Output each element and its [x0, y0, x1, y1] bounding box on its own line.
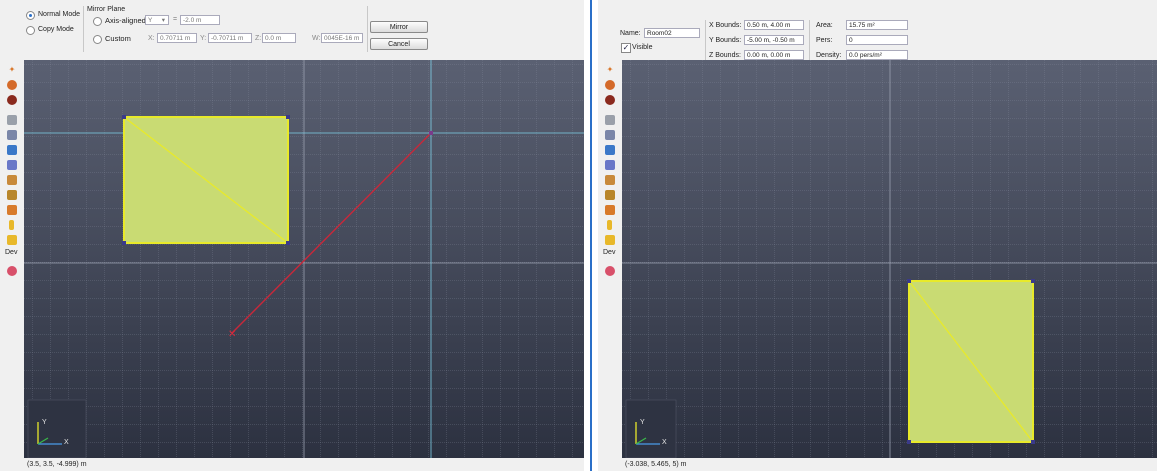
axis-gizmo: Y X [27, 399, 87, 458]
equals-sign: = [173, 16, 178, 23]
area-label: Area: [816, 22, 833, 29]
rotate-tool-icon[interactable] [7, 80, 17, 90]
status-bar: (3.5, 3.5, -4.999) m [0, 458, 584, 471]
x-component-input[interactable]: 0.70711 m [157, 33, 197, 43]
room-shape[interactable] [122, 115, 290, 245]
tool-sidebar: ✦ Dev [0, 60, 24, 458]
light-tool-icon[interactable] [7, 205, 17, 215]
axis-select-value: Y [148, 17, 153, 24]
y-bounds-value: -5.00 m, -0.50 m [744, 35, 804, 45]
scale-tool-icon[interactable] [605, 95, 615, 105]
room-name-input[interactable]: Room02 [644, 28, 700, 38]
copy-mode-radio[interactable] [26, 26, 35, 35]
axis-aligned-label: Axis-aligned [105, 16, 146, 25]
door-tool-icon[interactable] [7, 130, 17, 140]
custom-label: Custom [105, 34, 131, 43]
visible-label: Visible [632, 44, 653, 51]
floor-tool-icon[interactable] [605, 145, 615, 155]
mirror-plane-title: Mirror Plane [87, 6, 126, 13]
z-bounds-label: Z Bounds: [709, 52, 741, 59]
move-tool-icon[interactable]: ✦ [605, 65, 615, 75]
door-tool-icon[interactable] [605, 130, 615, 140]
room-properties-panel: Name: Room02 ✓ Visible X Bounds: 0.50 m,… [598, 0, 1157, 471]
person-tool-icon[interactable] [607, 220, 612, 230]
pers-value: 0 [846, 35, 908, 45]
divider [367, 6, 368, 52]
room-shape[interactable] [907, 279, 1035, 444]
z-bounds-value: 0.00 m, 0.00 m [744, 50, 804, 60]
camera-tool-icon[interactable] [7, 235, 17, 245]
x-bounds-label: X Bounds: [709, 22, 742, 29]
z-component-label: Z: [255, 35, 262, 42]
viewport-canvas[interactable]: ✕ Y X [24, 60, 584, 458]
scale-tool-icon[interactable] [7, 95, 17, 105]
density-label: Density: [816, 52, 842, 59]
tool-sidebar: ✦ Dev [598, 60, 622, 458]
cancel-button[interactable]: Cancel [370, 38, 428, 50]
grid [622, 60, 1157, 458]
dev-label[interactable]: Dev [603, 249, 615, 256]
x-component-label: X: [148, 35, 155, 42]
wall-tool-icon[interactable] [605, 115, 615, 125]
axis-offset-input[interactable]: -2.0 m [180, 15, 220, 25]
move-tool-icon[interactable]: ✦ [7, 65, 17, 75]
gizmo-x-label: X [662, 439, 667, 446]
object-tool-icon[interactable] [7, 190, 17, 200]
copy-mode-label: Copy Mode [38, 26, 74, 33]
furniture-tool-icon[interactable] [7, 175, 17, 185]
chevron-down-icon: ▾ [161, 17, 165, 24]
camera-tool-icon[interactable] [605, 235, 615, 245]
name-label: Name: [620, 30, 641, 37]
furniture-tool-icon[interactable] [605, 175, 615, 185]
y-component-label: Y: [200, 35, 207, 42]
w-component-label: W: [312, 35, 321, 42]
gizmo-y-label: Y [640, 419, 645, 426]
axis-aligned-radio[interactable] [93, 17, 102, 26]
status-bar: (-3.038, 5.465, 5) m [598, 458, 1157, 471]
divider [83, 6, 84, 52]
debug-tool-icon[interactable] [7, 266, 17, 276]
pers-label: Pers: [816, 37, 833, 44]
floor-tool-icon[interactable] [7, 145, 17, 155]
divider [705, 20, 706, 64]
object-tool-icon[interactable] [605, 190, 615, 200]
y-bounds-label: Y Bounds: [709, 37, 742, 44]
mirror-editor-panel: Normal Mode Copy Mode Mirror Plane Axis-… [0, 0, 584, 471]
normal-mode-radio[interactable] [26, 11, 35, 20]
mirror-drag-handle[interactable] [429, 131, 433, 135]
density-value: 0.0 pers/m² [846, 50, 908, 60]
wall-tool-icon[interactable] [7, 115, 17, 125]
cursor-coordinates: (-3.038, 5.465, 5) m [625, 461, 687, 468]
mirror-button[interactable]: Mirror [370, 21, 428, 33]
gizmo-x-label: X [64, 439, 69, 446]
viewport-canvas[interactable]: Y X [622, 60, 1157, 458]
mirror-toolbar: Normal Mode Copy Mode Mirror Plane Axis-… [0, 0, 584, 58]
cursor-coordinates: (3.5, 3.5, -4.999) m [27, 461, 87, 468]
rotate-tool-icon[interactable] [605, 80, 615, 90]
x-bounds-value: 0.50 m, 4.00 m [744, 20, 804, 30]
w-component-input[interactable]: 0045E-16 m [321, 33, 363, 43]
divider [809, 20, 810, 64]
room-properties-toolbar: Name: Room02 ✓ Visible X Bounds: 0.50 m,… [598, 0, 1157, 64]
custom-radio[interactable] [93, 35, 102, 44]
gizmo-y-label: Y [42, 419, 47, 426]
dev-label[interactable]: Dev [5, 249, 17, 256]
axis-gizmo: Y X [625, 399, 677, 458]
person-tool-icon[interactable] [9, 220, 14, 230]
area-value: 15.75 m² [846, 20, 908, 30]
axis-select[interactable]: Y ▾ [145, 15, 169, 25]
normal-mode-label: Normal Mode [38, 11, 81, 18]
room-tool-icon[interactable] [605, 160, 615, 170]
light-tool-icon[interactable] [605, 205, 615, 215]
drag-cursor-icon: ✕ [228, 329, 236, 340]
debug-tool-icon[interactable] [605, 266, 615, 276]
z-component-input[interactable]: 0.0 m [262, 33, 296, 43]
panel-divider [584, 0, 598, 471]
room-tool-icon[interactable] [7, 160, 17, 170]
visible-checkbox[interactable]: ✓ [621, 43, 631, 53]
y-component-input[interactable]: -0.70711 m [208, 33, 252, 43]
